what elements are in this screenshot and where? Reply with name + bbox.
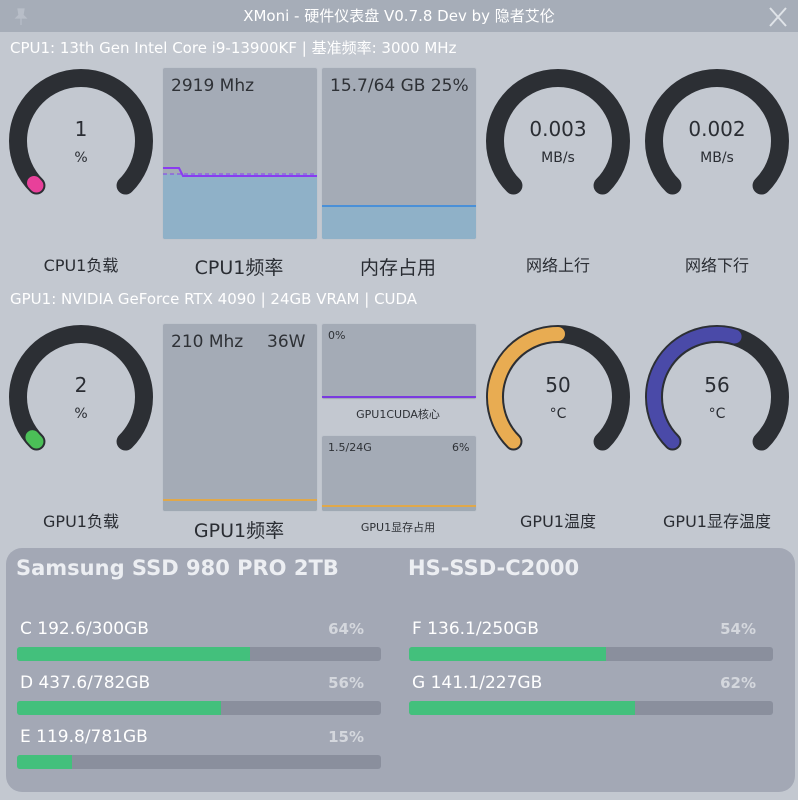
partition-bar (409, 647, 773, 661)
partition-bar (409, 701, 773, 715)
net-down-gauge (645, 69, 789, 195)
gpu-temp-gauge (486, 325, 630, 451)
vram-temp-unit: °C (708, 406, 726, 422)
partition-bar (17, 701, 381, 715)
memory-text: 15.7/64 GB 25% (330, 76, 469, 96)
disk-title: Samsung SSD 980 PRO 2TB (16, 556, 339, 580)
memory-label: 内存占用 (359, 257, 436, 279)
gauge-arc (27, 175, 44, 193)
cuda-line (322, 396, 476, 398)
gpu-power-text: 36W (267, 332, 306, 352)
cpu-load-label: CPU1负载 (43, 256, 119, 275)
partition-bar (17, 647, 381, 661)
net-up-unit: MB/s (541, 150, 575, 166)
net-down-label: 网络下行 (684, 256, 749, 275)
partition-pct: 62% (720, 674, 756, 692)
cpu-load-value: 1 (74, 117, 88, 141)
cpu-freq-line (163, 167, 317, 177)
gauge-arc (25, 430, 44, 449)
net-up-label: 网络上行 (525, 256, 590, 275)
cuda-pct: 0% (328, 329, 346, 342)
partition-bar-fill (17, 701, 221, 715)
vram-fill (322, 505, 476, 511)
cpu-load-unit: % (74, 150, 88, 166)
gpu-freq-text: 210 Mhz (171, 332, 244, 352)
gpu-temp-value: 50 (545, 373, 571, 397)
gpu-temp-label: GPU1温度 (520, 512, 596, 531)
net-down-value: 0.002 (688, 117, 746, 141)
cpu-info: CPU1: 13th Gen Intel Core i9-13900KF | 基… (10, 39, 457, 57)
partition-bar-fill (17, 755, 72, 769)
gpu-info: GPU1: NVIDIA GeForce RTX 4090 | 24GB VRA… (10, 290, 418, 308)
partition-label: E 119.8/781GB (20, 727, 148, 747)
cuda-panel: 0% (321, 323, 477, 400)
partition-label: G 141.1/227GB (412, 673, 543, 693)
vram-pct: 6% (452, 441, 470, 454)
cpu-freq-label: CPU1频率 (194, 257, 284, 279)
gpu-freq-panel: 210 Mhz 36W (162, 323, 318, 512)
partition-bar (17, 755, 381, 769)
gpu-load-label: GPU1负载 (43, 512, 119, 531)
partition-label: D 437.6/782GB (20, 673, 151, 693)
partition-pct: 64% (328, 620, 364, 638)
gpu-load-value: 2 (74, 373, 88, 397)
partition-pct: 54% (720, 620, 756, 638)
partition-label: F 136.1/250GB (412, 619, 539, 639)
partition-bar-fill (409, 647, 606, 661)
cpu-freq-panel: 2919 Mhz (162, 67, 318, 240)
net-down-unit: MB/s (700, 150, 734, 166)
cuda-label: GPU1CUDA核心 (356, 408, 440, 421)
gpu-load-unit: % (74, 406, 88, 422)
partition-pct: 56% (328, 674, 364, 692)
partition-label: C 192.6/300GB (20, 619, 149, 639)
cpu-freq-fill (163, 174, 317, 239)
close-button[interactable] (765, 6, 791, 28)
vram-text: 1.5/24G (328, 441, 372, 454)
partition-bar-fill (409, 701, 635, 715)
partition-pct: 15% (328, 728, 364, 746)
gpu-freq-label: GPU1频率 (193, 520, 285, 542)
close-icon (769, 7, 787, 27)
net-up-gauge (486, 69, 630, 195)
window-title: XMoni - 硬件仪表盘 V0.7.8 Dev by 隐者艾伦 (243, 7, 555, 25)
vram-label: GPU1显存占用 (360, 521, 436, 534)
partition-bar-fill (17, 647, 250, 661)
cpu-load-gauge (9, 69, 153, 195)
vram-panel: 1.5/24G 6% (321, 435, 477, 512)
vram-temp-label: GPU1显存温度 (663, 512, 771, 531)
disk-title: HS-SSD-C2000 (408, 556, 580, 580)
vram-temp-gauge (645, 325, 789, 451)
vram-temp-value: 56 (704, 373, 730, 397)
cpu-freq-text: 2919 Mhz (171, 76, 255, 96)
memory-panel: 15.7/64 GB 25% (321, 67, 477, 240)
net-up-value: 0.003 (529, 117, 587, 141)
memory-fill (322, 205, 476, 239)
gpu-load-gauge (9, 325, 153, 451)
gpu-freq-fill (163, 499, 317, 511)
gpu-temp-unit: °C (549, 406, 567, 422)
